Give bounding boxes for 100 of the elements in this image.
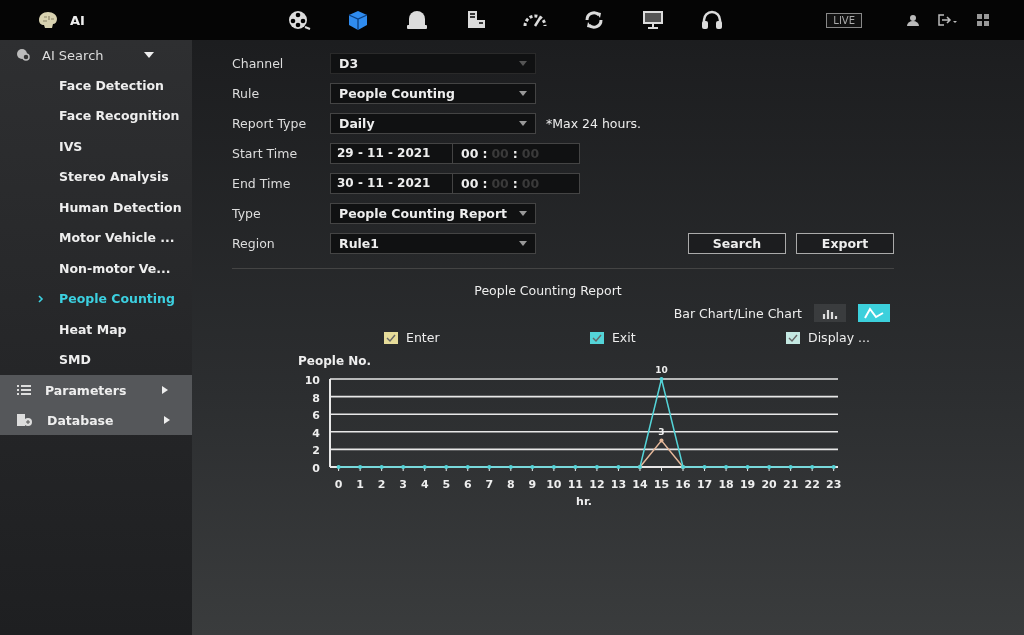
y-tick-label: 8 [312,391,320,405]
legend-checkbox[interactable]: Display ... [786,330,870,345]
dropdown[interactable]: People Counting [330,82,536,104]
x-tick-label: 5 [442,478,451,491]
sidebar-item[interactable]: IVS [0,131,192,162]
caret-icon [519,60,527,66]
caret-icon [519,120,527,126]
list-icon [17,384,31,396]
y-tick-label: 0 [312,462,320,475]
x-tick-label: 10 [546,478,562,491]
checkbox-icon[interactable] [384,331,398,344]
x-tick-label: 4 [420,478,429,491]
data-label: 3 [658,426,665,437]
headset-icon[interactable] [699,9,725,31]
data-point [422,465,427,469]
legend-checkbox[interactable]: Enter [384,330,440,345]
data-point [810,465,815,469]
x-tick-label: 8 [507,478,515,491]
group-label: Parameters [45,382,128,398]
field-label: Rule [232,85,261,101]
checkbox-icon[interactable] [786,331,800,344]
caret-icon [519,90,527,96]
checkbox-icon[interactable] [589,331,604,344]
field-label: Start Time [232,145,299,161]
x-tick-label: 3 [399,478,407,491]
field-label: Channel [232,55,285,71]
data-point [573,465,578,469]
dropdown[interactable]: People Counting Report [330,202,536,224]
data-label: 10 [655,365,668,375]
x-tick-label: 17 [696,478,713,491]
legend-label: Display ... [808,330,870,345]
chevron-icon [38,294,44,303]
x-tick-label: 18 [718,478,734,491]
sidebar-item[interactable]: Face Recognition [0,100,192,131]
data-point [767,465,772,469]
x-tick-label: 16 [675,478,691,491]
sidebar-item[interactable]: Human Detection [0,192,192,223]
x-tick-label: 20 [761,478,777,491]
brain-icon [36,10,60,30]
dropdown[interactable]: Rule1 [330,232,536,254]
bar-chart-button[interactable] [814,304,846,322]
x-tick-label: 11 [567,478,584,491]
dropdown[interactable]: Daily [330,112,536,134]
search-icon [16,48,32,62]
data-point [659,377,664,381]
sidebar-section[interactable]: AI Search [0,40,192,70]
y-tick-label: 6 [312,409,320,423]
logout-icon[interactable] [938,14,958,26]
x-tick-label: 21 [783,478,799,491]
y-tick-label: 10 [304,374,320,387]
sidebar-item[interactable]: Motor Vehicle ... [0,222,192,253]
x-tick-label: 0 [334,478,343,491]
section-label: AI Search [42,47,104,63]
line-chart-icon [864,307,884,319]
sidebar-item[interactable]: Face Detection [0,70,192,101]
sidebar-item[interactable]: Non-motor Ve... [0,253,192,284]
x-tick-label: 23 [826,478,842,491]
x-tick-label: 19 [739,478,756,491]
sidebar-item[interactable]: Heat Map [0,314,192,345]
caret-icon [519,240,527,246]
monitor-icon[interactable] [640,9,666,31]
grid-icon[interactable] [976,13,990,27]
y-axis-title: People No. [298,354,372,368]
data-point [616,465,621,469]
film-reel-icon[interactable] [286,9,312,31]
x-tick-label: 22 [804,478,820,491]
action-button[interactable]: Export [796,232,894,254]
action-button[interactable]: Search [688,232,786,254]
data-point [379,465,384,469]
sidebar-item[interactable]: SMD [0,344,192,375]
data-point [594,465,599,469]
x-tick-label: 13 [610,478,627,491]
data-point [745,465,750,469]
sidebar-item[interactable]: Stereo Analysis [0,161,192,192]
x-tick-label: 14 [632,478,648,491]
data-point [508,465,513,469]
data-point [551,465,556,469]
x-tick-label: 1 [356,478,364,491]
user-icon[interactable] [906,14,920,26]
x-tick-label: 9 [528,478,537,491]
legend-checkbox[interactable]: Exit [589,330,636,345]
dome-light-icon[interactable] [404,9,430,31]
sidebar-group[interactable]: Database [0,405,192,435]
data-point [530,465,535,469]
field-label: End Time [232,175,292,191]
legend-label: Enter [406,330,440,345]
sidebar-group[interactable]: Parameters [0,375,192,405]
sidebar-item[interactable]: People Counting [0,283,192,314]
data-point [487,465,492,469]
data-point [788,465,793,469]
report-title: People Counting Report [474,283,622,298]
live-button[interactable]: LIVE [826,12,862,28]
data-point [831,465,836,469]
y-tick-label: 2 [312,444,320,458]
x-tick-label: 6 [463,478,472,491]
field-label: Type [232,205,262,221]
data-point [702,465,707,469]
data-point [358,465,363,469]
legend-label: Exit [611,330,636,345]
hint-text: *Max 24 hours. [546,115,642,131]
